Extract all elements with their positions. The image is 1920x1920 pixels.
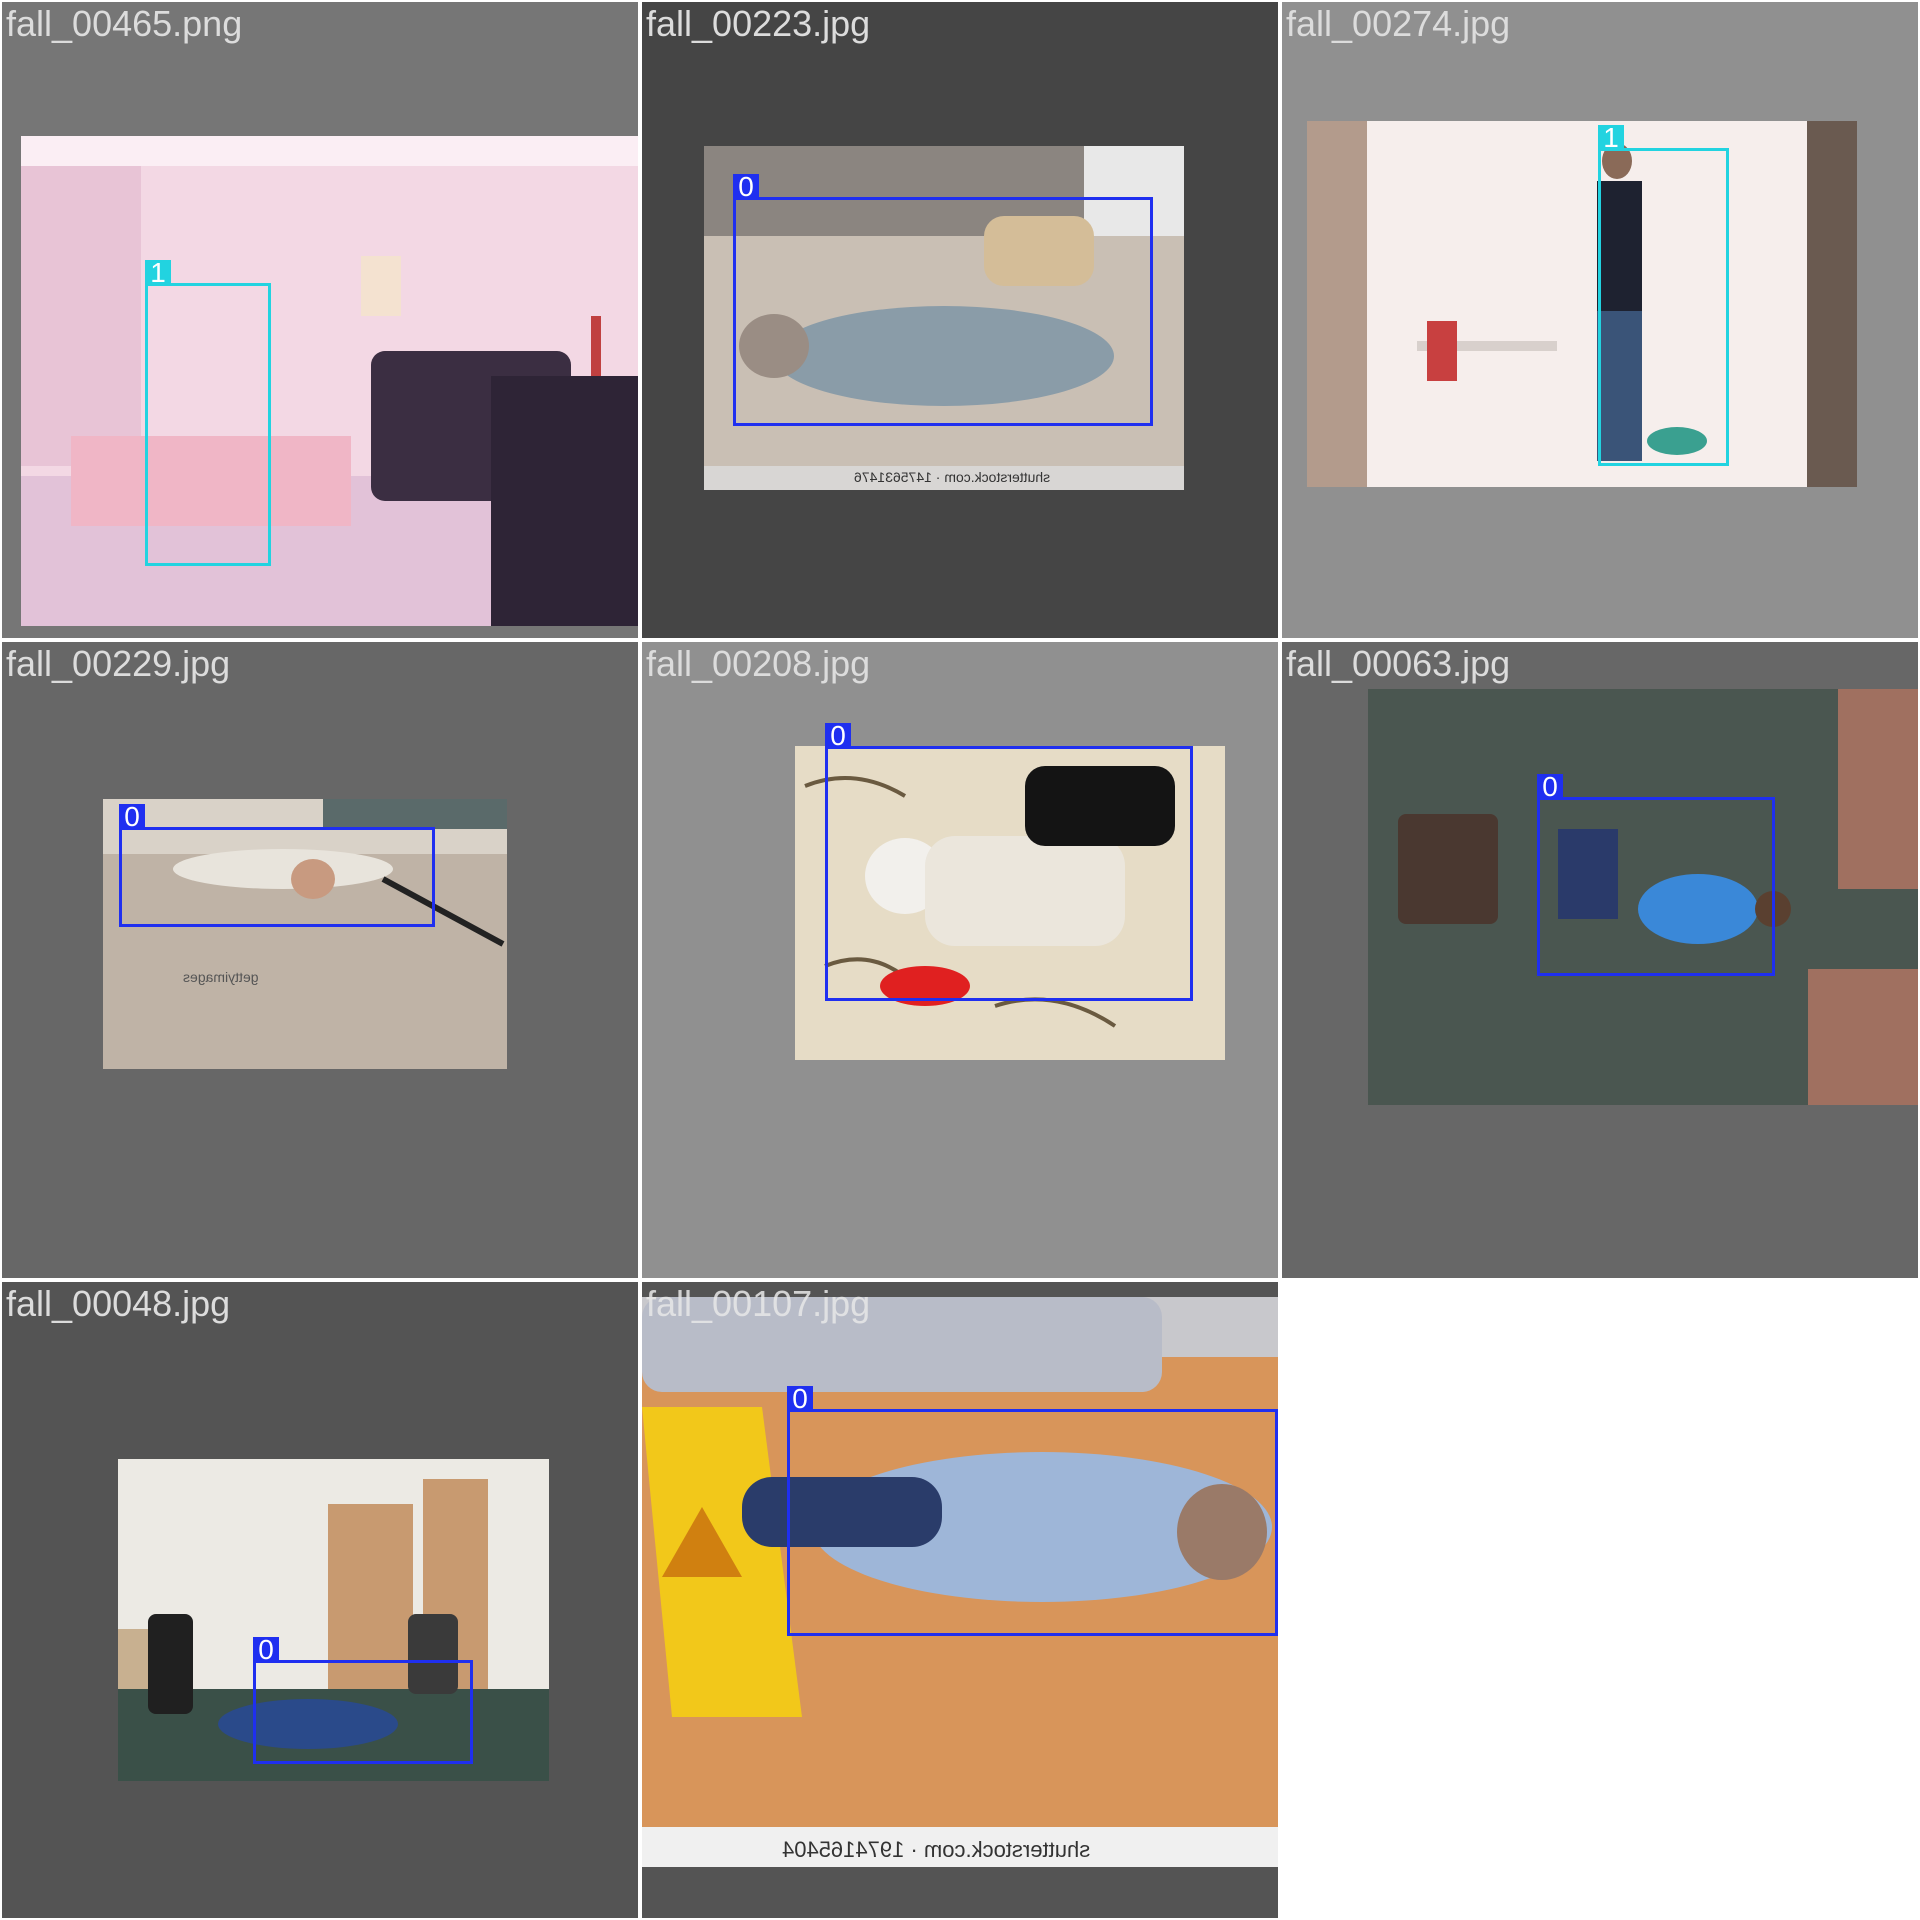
image-filename: fall_00465.png (6, 3, 243, 44)
image-filename: fall_00107.jpg (646, 1283, 871, 1324)
class-label: 0 (1537, 773, 1563, 801)
detection-box: 0 (1537, 773, 1775, 976)
detection-box: 0 (787, 1385, 1278, 1636)
class-label: 1 (1598, 124, 1624, 152)
watermark-text: shutterstock.com · 1475631476 (854, 469, 1051, 485)
class-label: 0 (733, 173, 759, 201)
class-label: 0 (825, 722, 851, 750)
class-label: 1 (145, 259, 171, 287)
class-label: 0 (253, 1636, 279, 1664)
mosaic-tile: 1 fall_00465.png (2, 2, 638, 638)
photo (1307, 121, 1857, 487)
detection-box: 0 (733, 173, 1153, 426)
image-filename: fall_00274.jpg (1286, 3, 1511, 44)
mosaic-tile: gettyimages 0 fall_00229.jpg (2, 642, 638, 1278)
image-filename: fall_00063.jpg (1286, 643, 1511, 684)
detection-box: 0 (825, 722, 1193, 1001)
image-filename: fall_00223.jpg (646, 3, 871, 44)
watermark-text: gettyimages (183, 969, 259, 985)
mosaic-tile: 0 fall_00208.jpg (642, 642, 1278, 1278)
class-label: 0 (119, 803, 145, 831)
image-filename: fall_00208.jpg (646, 643, 871, 684)
mosaic-tile: 0 fall_00048.jpg (2, 1282, 638, 1918)
detection-box: 1 (1598, 124, 1729, 466)
image-filename: fall_00229.jpg (6, 643, 231, 684)
man-vacuuming-scene (1307, 121, 1857, 487)
living-room-scene (21, 136, 638, 626)
detection-box: 0 (119, 803, 435, 927)
class-label: 0 (787, 1385, 813, 1413)
photo (21, 136, 638, 626)
mosaic-tile: 1 fall_00274.jpg (1282, 2, 1918, 638)
detection-box: 0 (253, 1636, 473, 1764)
detection-box: 1 (145, 259, 271, 566)
watermark-text: shutterstock.com · 1974165404 (782, 1837, 1091, 1862)
mosaic-tile: shutterstock.com · 1974165404 0 fall_001… (642, 1282, 1278, 1918)
image-filename: fall_00048.jpg (6, 1283, 231, 1324)
mosaic-tile: 0 fall_00063.jpg (1282, 642, 1918, 1278)
mosaic-tile: shutterstock.com · 1475631476 0 fall_002… (642, 2, 1278, 638)
